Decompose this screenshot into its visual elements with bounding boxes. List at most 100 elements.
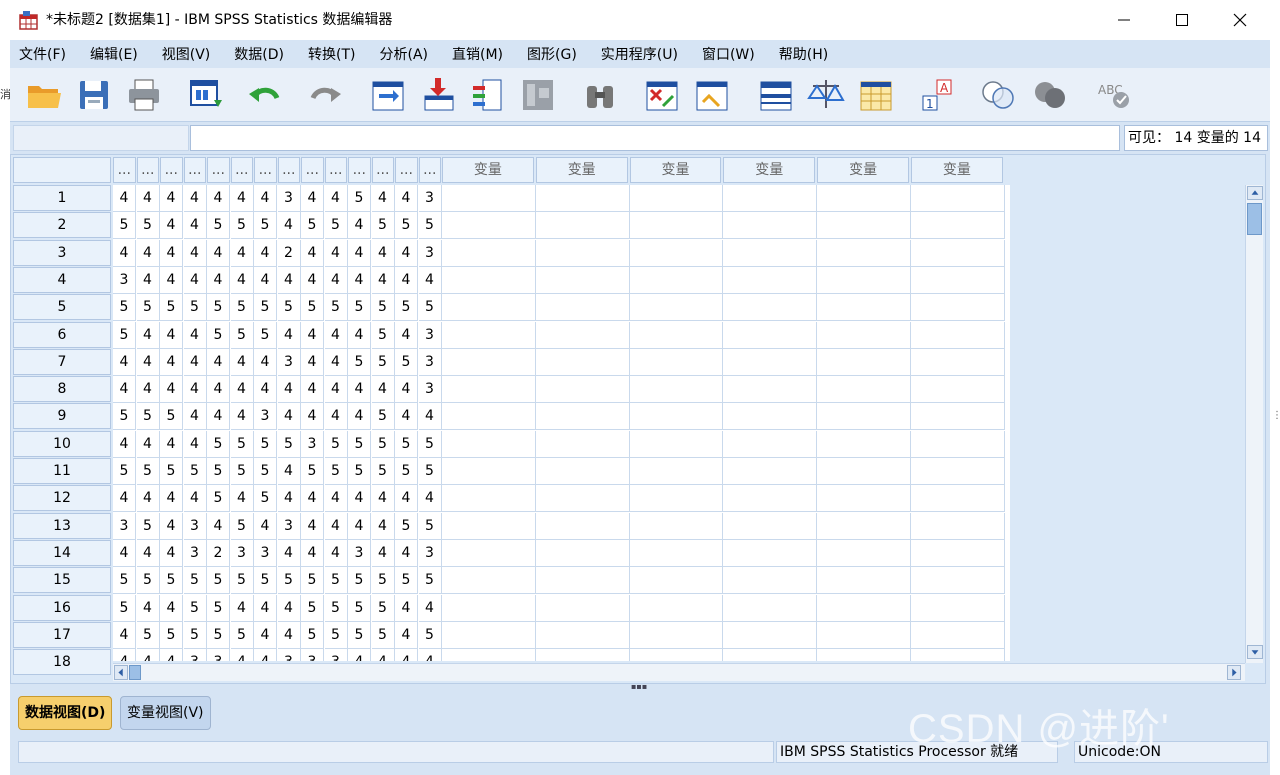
- empty-cell[interactable]: [629, 567, 724, 595]
- data-cell[interactable]: 4: [324, 539, 348, 567]
- data-cell[interactable]: 4: [277, 621, 301, 649]
- data-cell[interactable]: 5: [230, 321, 254, 349]
- empty-cell[interactable]: [442, 621, 536, 649]
- data-cell[interactable]: 5: [160, 294, 183, 322]
- empty-cell[interactable]: [629, 485, 724, 513]
- empty-cell[interactable]: [817, 430, 911, 458]
- menu-view[interactable]: 视图(V): [162, 44, 211, 64]
- data-cell[interactable]: 5: [230, 567, 254, 595]
- data-cell[interactable]: 5: [348, 567, 371, 595]
- insert-cases-button[interactable]: [642, 76, 682, 114]
- empty-cell[interactable]: [911, 212, 1005, 240]
- data-cell[interactable]: 4: [324, 239, 348, 267]
- data-cell[interactable]: 5: [113, 594, 136, 622]
- data-cell[interactable]: 4: [324, 485, 348, 513]
- data-cell[interactable]: 4: [183, 403, 207, 431]
- data-cell[interactable]: 5: [395, 430, 418, 458]
- data-cell[interactable]: 5: [371, 567, 395, 595]
- data-cell[interactable]: 4: [395, 649, 418, 661]
- empty-cell[interactable]: [535, 567, 630, 595]
- data-cell[interactable]: 4: [183, 430, 207, 458]
- data-cell[interactable]: 4: [348, 512, 371, 540]
- data-cell[interactable]: 5: [348, 621, 371, 649]
- data-cell[interactable]: 4: [418, 403, 442, 431]
- data-cell[interactable]: 4: [160, 430, 183, 458]
- data-cell[interactable]: 5: [301, 294, 324, 322]
- empty-cell[interactable]: [629, 185, 724, 212]
- empty-cell[interactable]: [535, 212, 630, 240]
- empty-variable-header[interactable]: 变量: [629, 157, 722, 183]
- column-header[interactable]: ...: [207, 157, 230, 183]
- data-cell[interactable]: 4: [348, 403, 371, 431]
- dialog-recall-button[interactable]: [186, 76, 226, 114]
- empty-cell[interactable]: [911, 185, 1005, 212]
- empty-cell[interactable]: [723, 512, 818, 540]
- data-cell[interactable]: 5: [324, 621, 348, 649]
- data-cell[interactable]: 4: [136, 430, 160, 458]
- data-cell[interactable]: 4: [136, 185, 160, 212]
- data-cell[interactable]: 4: [113, 185, 136, 212]
- data-cell[interactable]: 5: [324, 594, 348, 622]
- empty-cell[interactable]: [629, 376, 724, 404]
- data-cell[interactable]: 4: [395, 621, 418, 649]
- empty-cell[interactable]: [723, 621, 818, 649]
- data-cell[interactable]: 2: [207, 539, 230, 567]
- data-cell[interactable]: 4: [301, 512, 324, 540]
- resize-grip-icon[interactable]: ⋮: [1272, 410, 1280, 430]
- data-cell[interactable]: 4: [348, 266, 371, 294]
- empty-cell[interactable]: [535, 294, 630, 322]
- data-cell[interactable]: 5: [348, 294, 371, 322]
- data-cell[interactable]: 5: [207, 458, 230, 485]
- empty-cell[interactable]: [442, 458, 536, 485]
- row-header[interactable]: 8: [13, 376, 111, 403]
- empty-cell[interactable]: [723, 430, 818, 458]
- data-cell[interactable]: 5: [254, 567, 277, 595]
- data-cell[interactable]: 4: [371, 266, 395, 294]
- data-cell[interactable]: 5: [395, 348, 418, 376]
- data-cell[interactable]: 4: [371, 539, 395, 567]
- empty-cell[interactable]: [723, 212, 818, 240]
- data-cell[interactable]: 4: [160, 376, 183, 404]
- empty-cell[interactable]: [911, 348, 1005, 376]
- empty-cell[interactable]: [817, 621, 911, 649]
- empty-cell[interactable]: [911, 294, 1005, 322]
- empty-cell[interactable]: [535, 430, 630, 458]
- empty-variable-header[interactable]: 变量: [442, 157, 534, 183]
- data-cell[interactable]: 3: [254, 403, 277, 431]
- data-cell[interactable]: 4: [395, 403, 418, 431]
- data-cell[interactable]: 4: [371, 376, 395, 404]
- data-cell[interactable]: 5: [136, 458, 160, 485]
- data-cell[interactable]: 4: [230, 348, 254, 376]
- empty-cell[interactable]: [817, 649, 911, 661]
- row-header[interactable]: 11: [13, 458, 111, 484]
- data-cell[interactable]: 5: [230, 512, 254, 540]
- data-cell[interactable]: 5: [324, 430, 348, 458]
- empty-cell[interactable]: [817, 567, 911, 595]
- data-cell[interactable]: 5: [160, 567, 183, 595]
- data-cell[interactable]: 5: [301, 621, 324, 649]
- menu-direct-marketing[interactable]: 直销(M): [452, 44, 503, 64]
- data-cell[interactable]: 5: [324, 294, 348, 322]
- column-header[interactable]: ...: [136, 157, 159, 183]
- data-cell[interactable]: 5: [207, 321, 230, 349]
- data-cell[interactable]: 4: [324, 321, 348, 349]
- empty-variable-header[interactable]: 变量: [535, 157, 628, 183]
- row-header[interactable]: 6: [13, 321, 111, 348]
- data-cell[interactable]: 4: [230, 185, 254, 212]
- empty-cell[interactable]: [723, 403, 818, 431]
- data-cell[interactable]: 5: [254, 212, 277, 240]
- data-cell[interactable]: 5: [324, 458, 348, 485]
- data-cell[interactable]: 3: [301, 430, 324, 458]
- empty-cell[interactable]: [442, 403, 536, 431]
- data-cell[interactable]: 5: [371, 294, 395, 322]
- data-cell[interactable]: 4: [324, 266, 348, 294]
- empty-cell[interactable]: [817, 403, 911, 431]
- empty-cell[interactable]: [723, 594, 818, 622]
- data-cell[interactable]: 4: [207, 239, 230, 267]
- data-cell[interactable]: 4: [419, 649, 442, 661]
- data-cell[interactable]: 5: [207, 430, 230, 458]
- data-cell[interactable]: 4: [183, 485, 207, 513]
- empty-cell[interactable]: [536, 649, 630, 661]
- data-cell[interactable]: 4: [277, 594, 301, 622]
- data-cell[interactable]: 4: [113, 621, 136, 649]
